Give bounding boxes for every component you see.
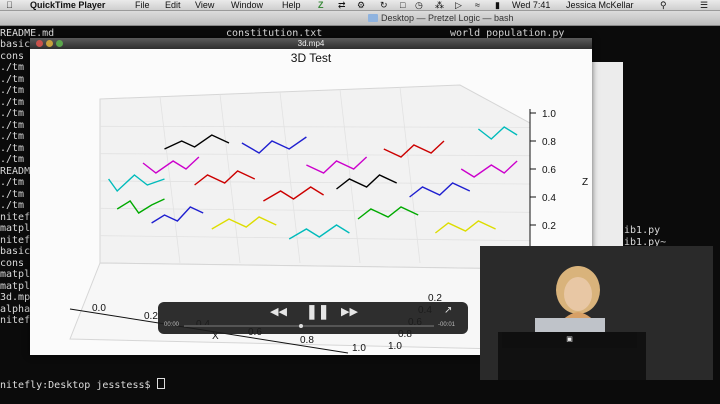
terminal-line: ./tm — [0, 154, 25, 165]
status-wifi-icon[interactable]: ≈ — [475, 0, 480, 10]
status-sync-icon[interactable]: ↻ — [380, 0, 388, 10]
cursor — [156, 378, 165, 389]
x-tick-label: 0.8 — [300, 335, 314, 346]
time-remaining: -00:01 — [438, 322, 456, 328]
terminal-line: nitef — [0, 211, 31, 223]
x-tick-label: 0.2 — [144, 311, 158, 322]
terminal-line: matpl — [0, 280, 31, 292]
menu-window[interactable]: Window — [231, 0, 263, 10]
status-app-icon[interactable]: Z — [318, 0, 324, 10]
notification-icon[interactable]: ☰ — [700, 0, 708, 10]
close-button[interactable] — [36, 40, 43, 47]
z-tick-label: 0.6 — [542, 165, 556, 176]
z-tick-label: 0.2 — [542, 221, 556, 232]
share-icon[interactable]: ↗ — [444, 305, 452, 316]
menu-file[interactable]: File — [135, 0, 150, 10]
menu-app-name[interactable]: QuickTime Player — [30, 0, 105, 10]
x-tick-label: 0.0 — [92, 303, 106, 314]
terminal-title: Desktop — Pretzel Logic — bash — [381, 13, 514, 23]
terminal-line: cons — [0, 50, 25, 62]
scrub-knob[interactable] — [299, 324, 303, 328]
terminal-line: ./tm — [0, 108, 25, 119]
terminal-line: cons — [0, 257, 25, 269]
menu-view[interactable]: View — [195, 0, 214, 10]
terminal-line: nitef — [0, 234, 31, 246]
menu-clock[interactable]: Wed 7:41 — [512, 0, 550, 10]
plot-pane-back — [99, 84, 531, 270]
video-controls[interactable]: ◀◀ ❚❚ ▶▶ ↗ 00:00 -00:01 — [158, 302, 468, 334]
podium-sign: ▣ — [502, 332, 637, 348]
time-elapsed: 00:00 — [164, 322, 180, 328]
status-arrows-icon[interactable]: ⇄ — [338, 0, 346, 10]
terminal-line: ./tm — [0, 85, 25, 96]
fast-forward-icon[interactable]: ▶▶ — [341, 305, 358, 318]
menu-user[interactable]: Jessica McKellar — [566, 0, 634, 10]
status-bluetooth-icon[interactable]: ⁂ — [435, 0, 444, 10]
terminal-line: ./tm — [0, 131, 25, 142]
spotlight-icon[interactable]: ⚲ — [660, 0, 667, 10]
rewind-icon[interactable]: ◀◀ — [270, 305, 287, 318]
folder-icon — [368, 14, 378, 22]
terminal-line: basic — [0, 39, 31, 50]
zoom-button[interactable] — [56, 40, 63, 47]
status-doc-icon[interactable]: □ — [400, 0, 405, 10]
terminal-line: matpl — [0, 269, 31, 280]
terminal-prompt[interactable]: nitefly:Desktop jesstess$ — [0, 378, 165, 391]
status-battery-icon[interactable]: ▮ — [495, 0, 500, 10]
menu-edit[interactable]: Edit — [165, 0, 181, 10]
minimize-button[interactable] — [46, 40, 53, 47]
speaker-camera: ▣ — [480, 246, 713, 380]
z-axis-label: Z — [582, 177, 588, 188]
scrub-bar[interactable] — [184, 324, 434, 328]
terminal-line: ./tm — [0, 200, 25, 211]
video-titlebar[interactable]: 3d.mp4 — [30, 38, 592, 49]
menu-bar:  QuickTime Player File Edit View Window… — [0, 0, 720, 11]
apple-icon[interactable]:  — [6, 0, 13, 10]
terminal-line: lib1.py — [618, 225, 661, 236]
pause-icon[interactable]: ❚❚ — [306, 303, 329, 320]
status-volume-icon[interactable]: ▷ — [455, 0, 462, 10]
menu-help[interactable]: Help — [282, 0, 301, 10]
terminal-titlebar: Desktop — Pretzel Logic — bash — [0, 11, 720, 26]
terminal-line: ./tm — [0, 73, 25, 85]
status-gear-icon[interactable]: ⚙ — [357, 0, 365, 10]
video-title: 3d.mp4 — [297, 39, 325, 48]
status-clock-icon[interactable]: ◷ — [415, 0, 423, 10]
x-tick-label: 1.0 — [352, 343, 366, 354]
z-tick-label: 1.0 — [542, 109, 556, 120]
z-tick-label: 0.4 — [542, 193, 556, 204]
terminal-line: ./tm — [0, 119, 25, 131]
terminal-line: ./tm — [0, 96, 25, 108]
terminal-line: matpl — [0, 223, 31, 234]
terminal-line: ./tm — [0, 177, 25, 188]
terminal-line: ./tm — [0, 62, 25, 73]
terminal-line: basic — [0, 246, 31, 257]
terminal-line: ./tm — [0, 188, 25, 200]
z-tick-label: 0.8 — [542, 137, 556, 148]
y-tick-label: 1.0 — [388, 341, 402, 352]
podium-logo-icon: ▣ — [566, 336, 573, 343]
terminal-line: ./tm — [0, 142, 25, 154]
